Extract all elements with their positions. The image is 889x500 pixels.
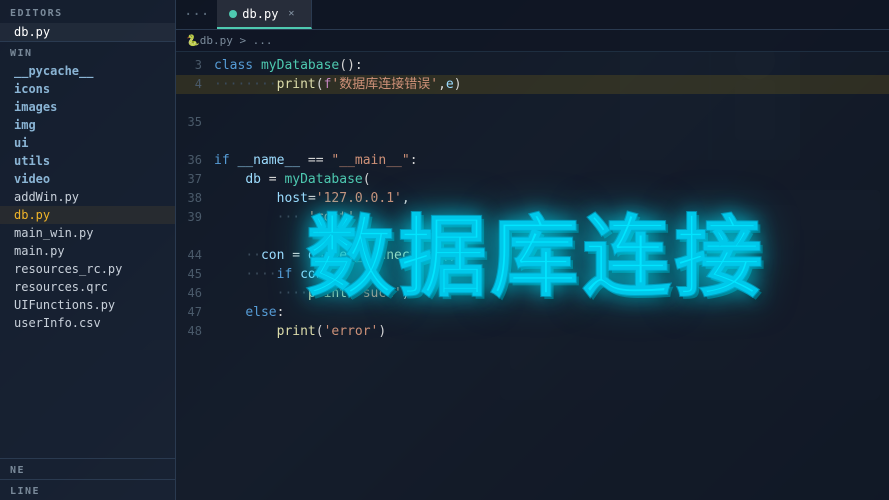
tab-close-button[interactable]: ✕ (283, 6, 299, 22)
sidebar-item-icons[interactable]: icons (0, 80, 175, 98)
line-content (214, 94, 889, 113)
line-content: host='127.0.0.1', (214, 189, 889, 208)
breadcrumb-icon: 🐍 (186, 34, 200, 47)
line-content: ··con = db.get_connection(); (214, 246, 889, 265)
line-content: ········print(f'数据库连接错误',e) (214, 75, 889, 94)
sidebar-item-db-py-tab[interactable]: db.py (0, 23, 175, 41)
editor-area: ··· db.py ✕ 🐍 db.py > ... 3 class myData… (176, 0, 889, 500)
line-number: 38 (176, 189, 214, 208)
line-content: print('error') (214, 322, 889, 341)
tab-overflow-button[interactable]: ··· (176, 7, 217, 23)
line-content: ····if con: (214, 265, 889, 284)
sidebar-item-main[interactable]: main.py (0, 242, 175, 260)
line-content (214, 227, 889, 246)
code-line-37: 37 db = myDatabase( (176, 170, 889, 189)
line-number: 35 (176, 113, 214, 132)
code-line-48: 48 print('error') (176, 322, 889, 341)
code-line-38: 38 host='127.0.0.1', (176, 189, 889, 208)
breadcrumb: 🐍 db.py > ... (176, 30, 889, 52)
code-line-3: 3 class myDatabase(): (176, 56, 889, 75)
line-number: 45 (176, 265, 214, 284)
line-number: 37 (176, 170, 214, 189)
line-number: 4 (176, 75, 214, 94)
tab-label: db.py (242, 7, 278, 21)
code-line-39: 39 ··· 'root' (176, 208, 889, 227)
code-line-44: 44 ··con = db.get_connection(); (176, 246, 889, 265)
sidebar-item-pycache[interactable]: __pycache__ (0, 62, 175, 80)
sidebar-item-resources-rc[interactable]: resources_rc.py (0, 260, 175, 278)
line-number: 48 (176, 322, 214, 341)
bottom-ne-label: NE (0, 458, 175, 479)
code-line-blank2 (176, 132, 889, 151)
code-line-47: 47 else: (176, 303, 889, 322)
code-line-46: 46 ····print('succ') (176, 284, 889, 303)
line-number: 47 (176, 303, 214, 322)
ide-container: EDITORS db.py WIN __pycache__ icons imag… (0, 0, 889, 500)
tab-db-py[interactable]: db.py ✕ (217, 0, 312, 29)
sidebar-item-addwin[interactable]: addWin.py (0, 188, 175, 206)
code-line-blank1 (176, 94, 889, 113)
win-section-label: WIN (0, 41, 175, 62)
line-content: else: (214, 303, 889, 322)
tab-python-icon (229, 10, 237, 18)
line-content: db = myDatabase( (214, 170, 889, 189)
line-content: if __name__ == "__main__": (214, 151, 889, 170)
line-number: 39 (176, 208, 214, 227)
line-number: 3 (176, 56, 214, 75)
editors-section-label: EDITORS (0, 0, 175, 23)
line-content: ····print('succ') (214, 284, 889, 303)
sidebar-item-images[interactable]: images (0, 98, 175, 116)
sidebar-item-img[interactable]: img (0, 116, 175, 134)
sidebar-item-userinfo[interactable]: userInfo.csv (0, 314, 175, 332)
code-lines: 3 class myDatabase(): 4 ········print(f'… (176, 52, 889, 345)
sidebar-item-ui[interactable]: ui (0, 134, 175, 152)
line-content: class myDatabase(): (214, 56, 889, 75)
sidebar-item-utils[interactable]: utils (0, 152, 175, 170)
code-line-36: 36 if __name__ == "__main__": (176, 151, 889, 170)
line-number: 46 (176, 284, 214, 303)
line-content: ··· 'root' (214, 208, 889, 227)
sidebar-item-video[interactable]: video (0, 170, 175, 188)
line-content (214, 132, 889, 151)
code-editor[interactable]: 3 class myDatabase(): 4 ········print(f'… (176, 52, 889, 500)
line-number: 44 (176, 246, 214, 265)
code-line-45: 45 ····if con: (176, 265, 889, 284)
line-number: 36 (176, 151, 214, 170)
sidebar-item-db-py[interactable]: db.py (0, 206, 175, 224)
sidebar-item-main-win[interactable]: main_win.py (0, 224, 175, 242)
sidebar-item-uifunctions[interactable]: UIFunctions.py (0, 296, 175, 314)
sidebar-item-resources-qrc[interactable]: resources.qrc (0, 278, 175, 296)
code-line-35: 35 (176, 113, 889, 132)
line-content (214, 113, 889, 132)
code-line-blank3 (176, 227, 889, 246)
code-line-4: 4 ········print(f'数据库连接错误',e) (176, 75, 889, 94)
sidebar: EDITORS db.py WIN __pycache__ icons imag… (0, 0, 176, 500)
tab-bar: ··· db.py ✕ (176, 0, 889, 30)
breadcrumb-text: db.py > ... (200, 34, 273, 47)
bottom-line-label: LINE (0, 479, 175, 500)
